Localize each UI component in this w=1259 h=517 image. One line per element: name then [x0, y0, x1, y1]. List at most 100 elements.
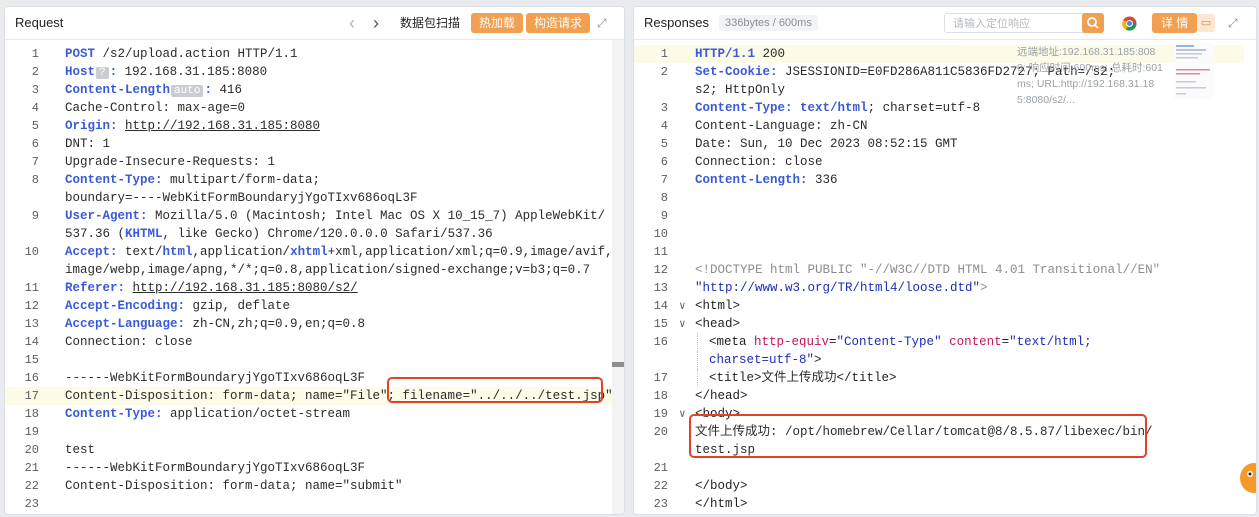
fold-chevron-icon[interactable]: ∨ — [679, 317, 686, 331]
line-number: 8 — [660, 191, 668, 205]
code-token: s2; HttpOnly — [695, 83, 786, 97]
code-token: Accept-Language: — [65, 317, 186, 331]
code-line: User-Agent: Mozilla/5.0 (Macintosh; Inte… — [65, 207, 605, 225]
code-token: Connection: close — [65, 335, 193, 349]
code-token: Content-Language: zh-CN — [695, 119, 868, 133]
code-token: boundary=----WebKitFormBoundaryjYgoTIxv6… — [65, 191, 418, 205]
code-line: Accept: text/html,application/xhtml+xml,… — [65, 243, 613, 261]
code-line: DNT: 1 — [65, 135, 110, 153]
code-line: Connection: close — [65, 333, 193, 351]
line-number: 20 — [653, 425, 668, 439]
fold-chevron-icon[interactable]: ∨ — [679, 407, 686, 421]
code-line: Content-Type: text/html; charset=utf-8 — [695, 99, 980, 117]
construct-request-button[interactable]: 构造请求 — [526, 13, 591, 33]
code-token: http://192.168.31.185:8080/s2/ — [132, 281, 358, 295]
code-line: Content-Language: zh-CN — [695, 117, 868, 135]
code-token: Content-Length — [65, 83, 171, 97]
line-number: 17 — [24, 389, 39, 403]
code-token: HTTP/1.1 — [695, 47, 756, 61]
code-token: = — [1001, 335, 1010, 349]
code-line: HTTP/1.1 200 — [695, 45, 785, 63]
code-token: /s2/upload.action HTTP/1.1 — [95, 47, 298, 61]
line-number: 23 — [653, 497, 668, 511]
code-line: charset=utf-8"> — [709, 351, 822, 369]
chrome-icon[interactable] — [1122, 16, 1137, 31]
line-number: 5 — [31, 119, 39, 133]
indent-guide — [697, 333, 698, 351]
packet-scan-button[interactable]: 数据包扫描 — [400, 13, 460, 33]
nav-prev-icon[interactable]: ‹ — [349, 7, 355, 39]
code-line: <head> — [695, 315, 740, 333]
code-token: Content-Type: — [695, 101, 793, 115]
code-token: application/octet-stream — [162, 407, 351, 421]
response-info-overlay: 远端地址:192.168.31.185:808 0; 响应时间:600ms; 总… — [1017, 46, 1163, 106]
line-number: 13 — [24, 317, 39, 331]
search-button[interactable] — [1082, 13, 1104, 33]
request-scrollbar[interactable] — [612, 40, 624, 514]
line-number: 4 — [660, 119, 668, 133]
fold-chevron-icon[interactable]: ∨ — [679, 299, 686, 313]
filename-highlight-box — [387, 377, 603, 403]
code-line: Content-Length: 336 — [695, 171, 838, 189]
code-token: multipart/form-data; — [162, 173, 321, 187]
line-number: 8 — [31, 173, 39, 187]
code-token: Origin: — [65, 119, 118, 133]
code-line: ------WebKitFormBoundaryjYgoTIxv686oqL3F — [65, 369, 365, 387]
code-token: <html> — [695, 299, 741, 313]
code-token: ,application/ — [192, 245, 291, 259]
line-number: 12 — [653, 263, 668, 277]
line-number: 6 — [31, 137, 39, 151]
code-token: > — [814, 353, 822, 367]
line-number: 7 — [31, 155, 39, 169]
code-token: ------WebKitFormBoundaryjYgoTIxv686oqL3F — [65, 461, 366, 475]
code-token: Content-Disposition: form-data; name="su… — [65, 479, 403, 493]
line-number: 16 — [24, 371, 39, 385]
code-token: http-equiv — [754, 335, 830, 349]
minimap[interactable] — [1174, 43, 1214, 99]
code-token: Host — [65, 65, 96, 79]
line-number: 9 — [31, 209, 39, 223]
code-line: test — [65, 441, 95, 459]
code-line: Upgrade-Insecure-Requests: 1 — [65, 153, 275, 171]
code-token: zh-CN,zh;q=0.9,en;q=0.8 — [185, 317, 366, 331]
code-token: </title> — [836, 371, 897, 385]
line-number: 14 — [24, 335, 39, 349]
code-token: Connection: close — [695, 155, 823, 169]
line-number: 23 — [24, 497, 39, 511]
line-number: 3 — [31, 83, 39, 97]
code-line: Host?: 192.168.31.185:8080 — [65, 63, 267, 82]
code-token: DNT: 1 — [65, 137, 111, 151]
line-number: 4 — [31, 101, 39, 115]
request-editor[interactable]: 1 POST /s2/upload.action HTTP/1.1 2 Host?: … — [5, 40, 624, 514]
code-token: Content-Type: — [65, 173, 163, 187]
code-token: test — [65, 443, 96, 457]
code-token: </head> — [695, 389, 748, 403]
expand-icon[interactable]: ⤢ — [597, 7, 607, 39]
code-line: Connection: close — [695, 153, 823, 171]
code-token: POST — [65, 47, 96, 61]
request-scroll-thumb[interactable] — [612, 362, 624, 367]
hot-load-button[interactable]: 热加载 — [471, 13, 524, 33]
code-token: : — [109, 65, 118, 79]
line-number: 11 — [24, 281, 39, 295]
code-line: Content-Type: application/octet-stream — [65, 405, 350, 423]
line-number: 6 — [660, 155, 668, 169]
code-token: <title> — [709, 371, 762, 385]
response-title: Responses — [644, 15, 710, 30]
header-badge: auto — [171, 85, 204, 97]
line-number: 3 — [660, 101, 668, 115]
line-number: 22 — [653, 479, 668, 493]
detail-button[interactable]: 详 情 — [1152, 13, 1198, 33]
locate-response-input[interactable]: 请输入定位响应 — [944, 13, 1094, 33]
line-number: 13 — [653, 281, 668, 295]
nav-next-icon[interactable]: › — [373, 7, 379, 39]
code-token: Content-Length: — [695, 173, 808, 187]
expand-icon-right[interactable]: ⤢ — [1228, 7, 1238, 39]
comment-icon[interactable]: ▭ — [1197, 14, 1215, 32]
code-token: Cache-Control: max-age=0 — [65, 101, 246, 115]
response-header: Responses 336bytes / 600ms 请输入定位响应 详 情 ▭… — [634, 7, 1256, 40]
code-token: +xml,application/xml;q=0.9,image/avif, — [327, 245, 613, 259]
line-number: 2 — [31, 65, 39, 79]
